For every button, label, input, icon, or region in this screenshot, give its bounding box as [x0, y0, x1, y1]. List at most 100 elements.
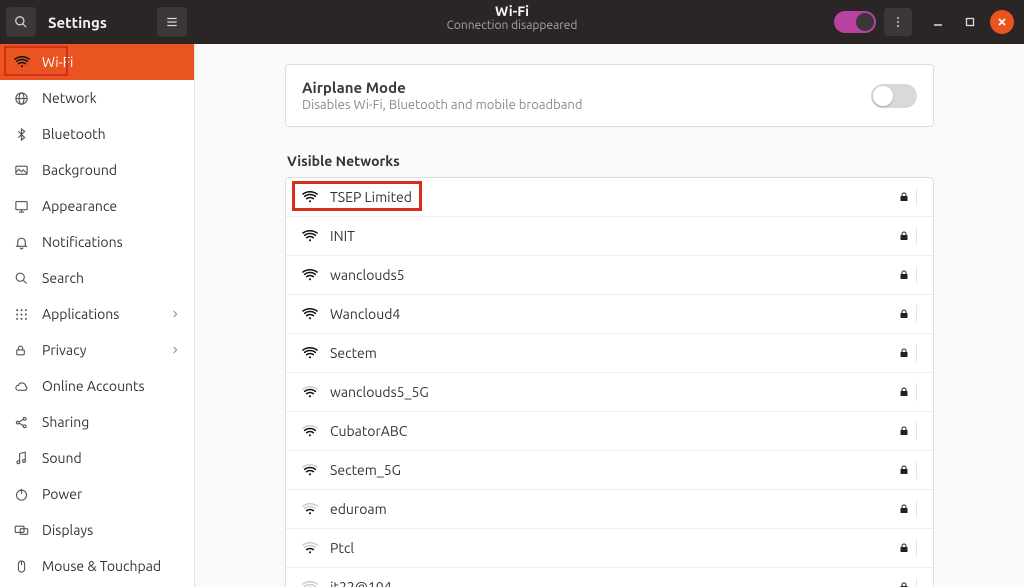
sidebar-item-bluetooth[interactable]: Bluetooth — [0, 116, 194, 152]
kebab-icon — [891, 15, 905, 29]
sidebar-item-notifications[interactable]: Notifications — [0, 224, 194, 260]
network-ssid: INIT — [330, 228, 355, 244]
lock-icon — [898, 227, 917, 245]
sidebar-item-label: Wi-Fi — [42, 54, 73, 70]
titlebar-left: Settings — [0, 0, 195, 44]
lock-icon — [898, 500, 917, 518]
globe-icon — [14, 91, 30, 106]
network-row[interactable]: Wancloud4 — [286, 294, 933, 333]
sidebar-item-search[interactable]: Search — [0, 260, 194, 296]
sidebar-item-label: Privacy — [42, 342, 86, 358]
page-title: Wi-Fi — [447, 4, 578, 19]
minimize-icon — [933, 17, 943, 27]
close-button[interactable] — [990, 10, 1014, 34]
wifi-signal-icon — [302, 228, 318, 244]
network-ssid: Ptcl — [330, 540, 354, 556]
sidebar-item-network[interactable]: Network — [0, 80, 194, 116]
sidebar-item-label: Appearance — [42, 198, 117, 214]
sidebar-item-label: Online Accounts — [42, 378, 145, 394]
page-subtitle: Connection disappeared — [447, 19, 578, 32]
network-ssid: Wancloud4 — [330, 306, 400, 322]
bell-icon — [14, 235, 30, 250]
network-row[interactable]: it22@104 — [286, 567, 933, 587]
titlebar-center: Wi-Fi Connection disappeared — [447, 4, 578, 33]
main-area: Wi-Fi Network Bluetooth Background Appearanc… — [0, 44, 1024, 587]
network-row[interactable]: eduroam — [286, 489, 933, 528]
hamburger-button[interactable] — [157, 7, 187, 37]
network-ssid: wanclouds5 — [330, 267, 405, 283]
sidebar-item-mouse-touchpad[interactable]: Mouse & Touchpad — [0, 548, 194, 584]
search-icon — [14, 271, 30, 286]
displays-icon — [14, 523, 30, 538]
network-row[interactable]: wanclouds5_5G — [286, 372, 933, 411]
power-icon — [14, 487, 30, 502]
wifi-master-toggle[interactable] — [834, 11, 876, 33]
wifi-signal-icon — [302, 579, 318, 587]
search-icon — [14, 15, 28, 29]
sidebar-item-wi-fi[interactable]: Wi-Fi — [0, 44, 194, 80]
sidebar-item-label: Mouse & Touchpad — [42, 558, 161, 574]
wifi-signal-icon — [302, 540, 318, 556]
lock-icon — [898, 422, 917, 440]
wifi-signal-icon — [302, 501, 318, 517]
sidebar-item-label: Sound — [42, 450, 82, 466]
share-icon — [14, 415, 30, 430]
sidebar-item-background[interactable]: Background — [0, 152, 194, 188]
sidebar-item-label: Bluetooth — [42, 126, 106, 142]
lock-icon — [898, 344, 917, 362]
sidebar-item-displays[interactable]: Displays — [0, 512, 194, 548]
network-row[interactable]: Sectem — [286, 333, 933, 372]
sidebar-item-label: Sharing — [42, 414, 89, 430]
sidebar-item-applications[interactable]: Applications — [0, 296, 194, 332]
lock-icon — [898, 266, 917, 284]
sidebar-item-label: Background — [42, 162, 117, 178]
visible-networks-list: TSEP Limited INIT wanclouds5 Wancloud4 Secte… — [285, 177, 934, 587]
lock-icon — [898, 383, 917, 401]
network-ssid: TSEP Limited — [330, 189, 412, 205]
background-icon — [14, 163, 30, 178]
kebab-button[interactable] — [884, 8, 912, 36]
wifi-signal-icon — [302, 384, 318, 400]
settings-title: Settings — [48, 14, 107, 31]
wifi-signal-icon — [302, 462, 318, 478]
minimize-button[interactable] — [926, 10, 950, 34]
sidebar-item-label: Applications — [42, 306, 119, 322]
sidebar-item-power[interactable]: Power — [0, 476, 194, 512]
maximize-icon — [965, 17, 975, 27]
titlebar-right — [834, 8, 1024, 36]
sidebar-item-online-accounts[interactable]: Online Accounts — [0, 368, 194, 404]
lock-icon — [898, 539, 917, 557]
network-row[interactable]: CubatorABC — [286, 411, 933, 450]
network-row[interactable]: wanclouds5 — [286, 255, 933, 294]
network-ssid: wanclouds5_5G — [330, 384, 429, 400]
grid-icon — [14, 307, 30, 322]
sidebar-item-privacy[interactable]: Privacy — [0, 332, 194, 368]
wifi-icon — [14, 54, 30, 70]
network-row[interactable]: INIT — [286, 216, 933, 255]
bluetooth-icon — [14, 127, 30, 142]
airplane-mode-sub: Disables Wi-Fi, Bluetooth and mobile bro… — [302, 98, 582, 112]
sidebar-item-sound[interactable]: Sound — [0, 440, 194, 476]
network-ssid: Sectem — [330, 345, 377, 361]
maximize-button[interactable] — [958, 10, 982, 34]
wifi-signal-icon — [302, 189, 318, 205]
lock-icon — [898, 578, 917, 587]
airplane-mode-toggle[interactable] — [871, 84, 917, 108]
sidebar-item-label: Network — [42, 90, 97, 106]
settings-sidebar: Wi-Fi Network Bluetooth Background Appearanc… — [0, 44, 195, 587]
lock-icon — [898, 461, 917, 479]
lock-icon — [898, 188, 917, 206]
network-row[interactable]: Ptcl — [286, 528, 933, 567]
airplane-mode-title: Airplane Mode — [302, 79, 582, 96]
network-row[interactable]: Sectem_5G — [286, 450, 933, 489]
sidebar-item-appearance[interactable]: Appearance — [0, 188, 194, 224]
wifi-signal-icon — [302, 306, 318, 322]
appearance-icon — [14, 199, 30, 214]
network-row[interactable]: TSEP Limited — [286, 178, 933, 216]
visible-networks-header: Visible Networks — [287, 153, 934, 169]
wifi-signal-icon — [302, 423, 318, 439]
search-button[interactable] — [6, 7, 36, 37]
network-ssid: eduroam — [330, 501, 387, 517]
network-ssid: Sectem_5G — [330, 462, 401, 478]
sidebar-item-sharing[interactable]: Sharing — [0, 404, 194, 440]
